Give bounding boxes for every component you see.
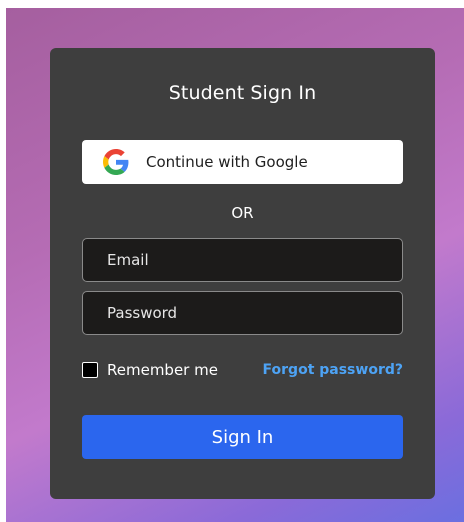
google-icon [102,148,130,176]
email-field[interactable] [82,238,403,282]
forgot-password-link[interactable]: Forgot password? [263,362,403,378]
remember-me-checkbox[interactable] [82,362,98,378]
password-field[interactable] [82,291,403,335]
sign-in-button[interactable]: Sign In [82,415,403,459]
remember-me-label: Remember me [107,361,218,379]
google-sign-in-button[interactable]: Continue with Google [82,140,403,184]
sign-in-card: Student Sign In Continue with Google OR … [50,48,435,499]
or-separator: OR [231,204,254,222]
google-button-label: Continue with Google [146,153,308,171]
page-background: Student Sign In Continue with Google OR … [6,8,464,522]
remember-me-control[interactable]: Remember me [82,361,218,379]
page-title: Student Sign In [168,82,317,104]
